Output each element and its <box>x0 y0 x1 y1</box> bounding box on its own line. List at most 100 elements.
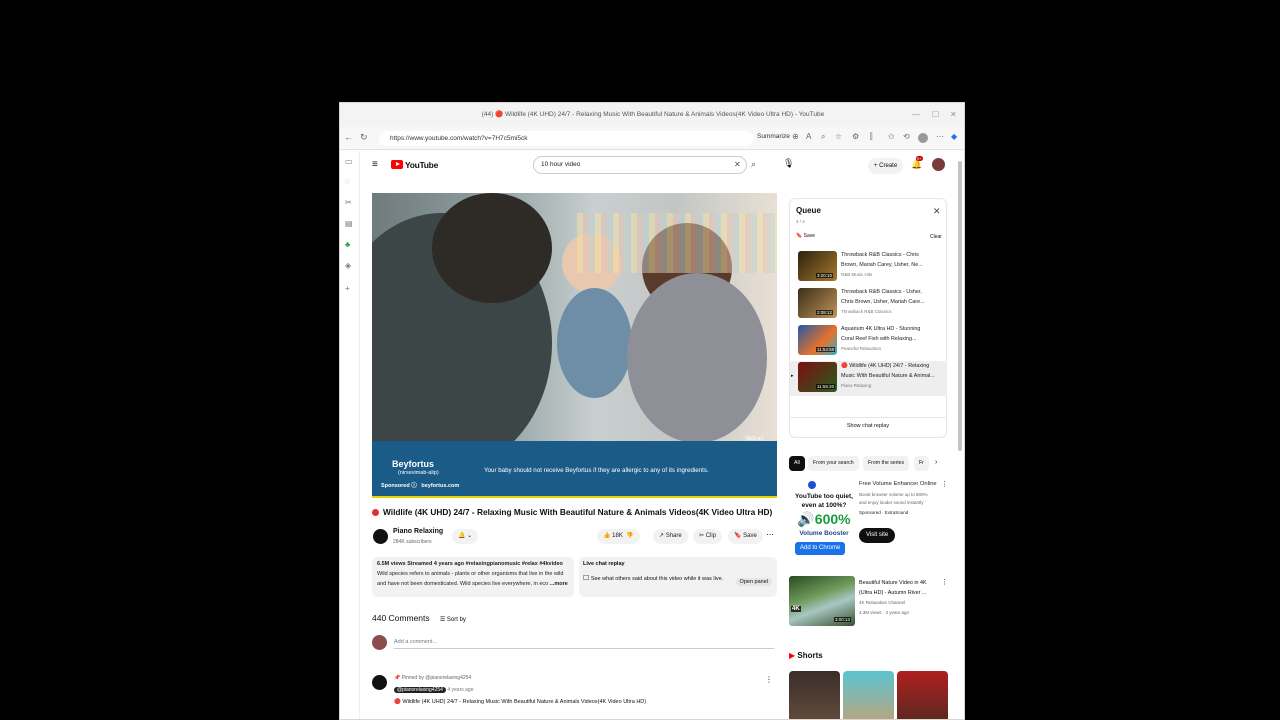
clip-button[interactable]: ✂ Clip <box>693 529 723 544</box>
ad-video-frame <box>372 193 777 473</box>
close-queue-icon[interactable]: ✕ <box>933 206 941 217</box>
zoom-icon[interactable]: ⊕ <box>792 132 799 141</box>
show-chat-replay-button[interactable]: Show chat replay <box>790 417 946 429</box>
video-player[interactable]: Skip ▸| Beyfortus (nirsevimab-alip) Spons… <box>372 193 777 498</box>
ad-progress-bar <box>372 496 777 498</box>
close-window-icon[interactable]: ✕ <box>950 103 957 127</box>
browser-sidebar: ▭ ◌ ✂ ▤ ♣ ◈ + <box>340 151 360 719</box>
tabs-icon[interactable]: ▭ <box>345 157 353 166</box>
queue-item[interactable]: 3:20:10 Throwback R&B Classics - Chris Br… <box>796 250 946 285</box>
refresh-icon[interactable]: ↻ <box>360 132 368 143</box>
ad-banner[interactable]: Beyfortus (nirsevimab-alip) Sponsored ⓘ b… <box>372 441 777 498</box>
description-box[interactable]: 6.5M views Streamed 4 years ago #relaxin… <box>372 557 574 597</box>
ad-menu-icon[interactable]: ⋮ <box>941 480 948 488</box>
add-to-chrome-button[interactable]: Add to Chrome <box>795 542 846 555</box>
like-button[interactable]: 👍 18K 👎 <box>597 529 640 544</box>
games-icon[interactable]: ♣ <box>345 240 350 249</box>
queue-count: 4 / 4 <box>796 219 805 224</box>
user-avatar[interactable] <box>932 158 945 171</box>
queue-save-button[interactable]: 🔖 Save <box>796 233 815 239</box>
chip-from-search[interactable]: From your search <box>808 456 859 471</box>
window-title: (44) 🔴 Wildlife (4K UHD) 24/7 - Relaxing… <box>481 111 825 118</box>
comment-menu-icon[interactable]: ⋮ <box>765 675 773 684</box>
description-more-link[interactable]: ...more <box>550 581 568 587</box>
sort-button[interactable]: ☰ Sort by <box>440 617 466 623</box>
sidebar-ad[interactable]: YouTube too quiet, even at 100%? 🔊600% Vo… <box>789 478 948 574</box>
extensions-icon[interactable]: ⚙ <box>852 132 859 141</box>
chip-from-series[interactable]: From the series <box>863 456 910 471</box>
minimize-icon[interactable]: — <box>912 103 920 127</box>
create-button[interactable]: + Create <box>868 158 904 174</box>
queue-item[interactable]: 11:54:58 Aquarium 4K Ultra HD - Stunning… <box>796 324 946 359</box>
office-icon[interactable]: ▤ <box>345 219 353 228</box>
queue-panel: Queue 4 / 4 ✕ 🔖 Save Clear 3:20:10 Throw… <box>789 198 947 438</box>
summarize-button[interactable]: Summarize <box>757 133 790 140</box>
comment-count: 440 Comments <box>372 613 430 623</box>
channel-avatar[interactable] <box>373 529 388 544</box>
subscribe-bell-button[interactable]: 🔔 ⌄ <box>452 529 479 544</box>
menu-icon[interactable]: ≡ <box>372 159 378 170</box>
clear-search-icon[interactable]: ✕ <box>734 157 741 173</box>
more-actions-icon[interactable]: ⋯ <box>766 530 774 539</box>
queue-item[interactable]: 2:08:12 Throwback R&B Classics - Usher, C… <box>796 287 946 322</box>
duration-badge: 3:20:10 <box>816 273 834 278</box>
chat-icon: ☐ <box>583 575 590 582</box>
recommended-menu-icon[interactable]: ⋮ <box>941 578 948 586</box>
chip-all[interactable]: All <box>789 456 805 471</box>
url-field[interactable]: https://www.youtube.com/watch?v=7H7c5mi5… <box>379 131 754 146</box>
tools-icon[interactable]: ✂ <box>345 198 352 207</box>
search-input[interactable]: 10 hour video ✕ <box>533 156 747 174</box>
short-thumbnail[interactable] <box>897 671 948 719</box>
queue-item-title: Aquarium 4K Ultra HD - Stunning Coral Ree… <box>841 326 921 342</box>
visit-site-button[interactable]: Visit site <box>859 528 896 543</box>
4k-badge: 4K <box>791 606 801 612</box>
chip-more[interactable]: Fr <box>914 456 929 471</box>
add-sidebar-icon[interactable]: + <box>345 284 350 293</box>
short-thumbnail[interactable] <box>843 671 894 719</box>
short-thumbnail[interactable] <box>789 671 840 719</box>
add-comment-input[interactable]: Add a comment... <box>394 639 774 649</box>
page-scrollbar[interactable] <box>958 161 962 451</box>
shopping-icon[interactable]: ◌ <box>345 177 350 186</box>
queue-item-title: 🔴 Wildlife (4K UHD) 24/7 - Relaxing Music… <box>841 363 935 379</box>
profile-avatar[interactable] <box>918 133 928 143</box>
play-logo-icon <box>391 160 403 169</box>
comment-author[interactable]: @pianorelaxing4254 <box>394 687 446 693</box>
commenter-avatar[interactable] <box>372 675 387 690</box>
mic-icon[interactable]: 🎙 <box>783 158 794 169</box>
drop-icon[interactable]: ◈ <box>345 261 351 270</box>
search-page-icon[interactable]: ⌕ <box>821 132 825 142</box>
youtube-logo[interactable]: YouTube <box>391 160 438 170</box>
maximize-icon[interactable]: ☐ <box>932 103 939 127</box>
more-menu-icon[interactable]: ⋯ <box>936 132 944 141</box>
history-icon[interactable]: ⟲ <box>903 132 910 141</box>
search-icon[interactable]: ⌕ <box>751 159 756 170</box>
split-icon[interactable]: ⫿ <box>870 132 873 142</box>
read-aloud-icon[interactable]: A <box>806 132 811 141</box>
search-value: 10 hour video <box>541 161 581 168</box>
channel-name[interactable]: Piano Relaxing <box>393 528 443 535</box>
recommended-meta: 4.3M views · 3 years ago <box>859 610 910 615</box>
ad-disclaimer: Your baby should not receive Beyfortus i… <box>484 467 709 474</box>
favorites-bar-icon[interactable]: ✩ <box>888 132 895 141</box>
save-button[interactable]: 🔖 Save <box>728 529 763 544</box>
copilot-icon[interactable]: ◆ <box>951 132 957 141</box>
subscriber-count: 284K subscribers <box>393 539 432 545</box>
back-icon[interactable]: ← <box>344 132 353 142</box>
ad-site[interactable]: beyfortus.com <box>421 483 459 489</box>
share-button[interactable]: ↗ Share <box>653 529 688 544</box>
youtube-header: ≡ YouTube 10 hour video ✕ ⌕ 🎙 + Create 🔔… <box>360 151 958 181</box>
queue-clear-button[interactable]: Clear <box>930 234 942 240</box>
open-panel-button[interactable]: Open panel <box>735 578 772 586</box>
ad-title: Free Volume Enhancer Online <box>859 481 937 487</box>
queue-item-title: Throwback R&B Classics - Usher, Chris Bro… <box>841 289 925 305</box>
duration-badge: 11:54:58 <box>816 347 836 352</box>
queue-item-channel: Peaceful Relaxation <box>841 346 882 351</box>
channel-row: Piano Relaxing 284K subscribers 🔔 ⌄ 👍 18… <box>372 527 777 549</box>
ad-sponsored: Sponsored · ExtraSound <box>859 510 909 515</box>
baby-body <box>557 288 632 398</box>
chips-next-icon[interactable]: › <box>935 459 937 466</box>
favorite-icon[interactable]: ☆ <box>835 132 842 141</box>
live-chat-title: Live chat replay <box>583 561 625 567</box>
queue-item-current[interactable]: ▸ 11:55:20 🔴 Wildlife (4K UHD) 24/7 - Re… <box>790 361 947 396</box>
